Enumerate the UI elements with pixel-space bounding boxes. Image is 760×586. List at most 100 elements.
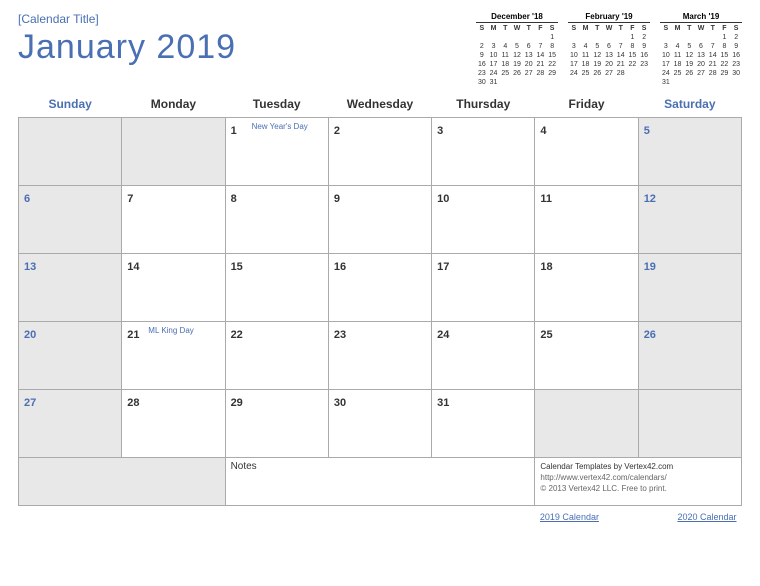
day-number: 26 (644, 329, 656, 341)
mini-calendar: December '18SMTWTFS123456789101112131415… (476, 12, 558, 87)
mini-calendar-title: December '18 (476, 12, 558, 23)
calendar-week: 6 7 8 9 10 11 12 (19, 186, 742, 254)
calendar-day: 29 (225, 390, 328, 458)
calendar-week: 1 New Year's Day 2 34 5 (19, 118, 742, 186)
day-number: 9 (334, 193, 340, 205)
calendar-main-title: January 2019 (18, 28, 476, 67)
day-header-row: SundayMondayTuesdayWednesdayThursdayFrid… (19, 91, 742, 118)
day-number: 14 (127, 261, 139, 273)
day-number: 24 (437, 329, 449, 341)
day-number: 17 (437, 261, 449, 273)
footer-brand: Calendar Templates by Vertex42.com (540, 461, 736, 472)
day-header: Sunday (19, 91, 122, 118)
calendar-day: 3 (432, 118, 535, 186)
day-number: 22 (231, 329, 243, 341)
calendar-day: 4 (535, 118, 638, 186)
day-number: 1 (231, 125, 237, 137)
calendar-day: 2 (328, 118, 431, 186)
calendar-day: 17 (432, 254, 535, 322)
mini-calendar-grid: SMTWTFS123456789101112131415161718192021… (660, 23, 742, 87)
calendar-day: 7 (122, 186, 225, 254)
calendar-day: 5 (638, 118, 741, 186)
calendar-day: 24 (432, 322, 535, 390)
day-number: 2 (334, 125, 340, 137)
calendar-day: 20 (19, 322, 122, 390)
calendar-subtitle-placeholder: [Calendar Title] (18, 12, 476, 26)
day-event: New Year's Day (252, 122, 308, 131)
mini-calendar-title: March '19 (660, 12, 742, 23)
calendar-day: 19 (638, 254, 741, 322)
day-number: 23 (334, 329, 346, 341)
day-number: 20 (24, 329, 36, 341)
day-number: 25 (540, 329, 552, 341)
day-number: 8 (231, 193, 237, 205)
links-row: 2019 Calendar 2020 Calendar (19, 506, 742, 574)
day-number: 11 (540, 193, 552, 205)
calendar-week: 13 14 15 16 17 18 19 (19, 254, 742, 322)
day-number: 6 (24, 193, 30, 205)
day-number: 31 (437, 397, 449, 409)
calendar-day: 26 (638, 322, 741, 390)
mini-calendar-title: February '19 (568, 12, 650, 23)
calendar-day: 28 (122, 390, 225, 458)
mini-calendar: February '19SMTWTFS123456789101112131415… (568, 12, 650, 87)
day-number: 21 (127, 329, 139, 341)
calendar-day: 18 (535, 254, 638, 322)
day-header: Wednesday (328, 91, 431, 118)
day-header: Monday (122, 91, 225, 118)
footer-cell: Calendar Templates by Vertex42.comhttp:/… (535, 458, 742, 506)
calendar-week: 27 28 29 30 31 (19, 390, 742, 458)
calendar-day: 9 (328, 186, 431, 254)
day-header: Saturday (638, 91, 741, 118)
mini-calendars: December '18SMTWTFS123456789101112131415… (476, 12, 742, 87)
calendar-day: 25 (535, 322, 638, 390)
calendar-day: 11 (535, 186, 638, 254)
main-calendar: SundayMondayTuesdayWednesdayThursdayFrid… (18, 91, 742, 574)
day-number: 13 (24, 261, 36, 273)
notes-cell: Notes (225, 458, 535, 506)
blank-cell (19, 458, 226, 506)
calendar-body: 1New Year's Day2345678910111213141516171… (19, 118, 742, 574)
day-number: 15 (231, 261, 243, 273)
calendar-day: 12 (638, 186, 741, 254)
calendar-day: 8 (225, 186, 328, 254)
calendar-day (122, 118, 225, 186)
calendar-day: 14 (122, 254, 225, 322)
mini-calendar-grid: SMTWTFS123456789101112131415161718192021… (568, 23, 650, 78)
calendar-day: 27 (19, 390, 122, 458)
calendar-day: 23 (328, 322, 431, 390)
calendar-day: 21ML King Day (122, 322, 225, 390)
calendar-day: 22 (225, 322, 328, 390)
calendar-day (638, 390, 741, 458)
day-number: 5 (644, 125, 650, 137)
notes-footer-row: NotesCalendar Templates by Vertex42.comh… (19, 458, 742, 506)
day-header: Tuesday (225, 91, 328, 118)
prev-year-link[interactable]: 2019 Calendar (540, 512, 599, 522)
mini-calendar-grid: SMTWTFS123456789101112131415161718192021… (476, 23, 558, 87)
calendar-day (19, 118, 122, 186)
calendar-day: 30 (328, 390, 431, 458)
calendar-day (535, 390, 638, 458)
day-number: 18 (540, 261, 552, 273)
mini-calendar: March '19SMTWTFS123456789101112131415161… (660, 12, 742, 87)
calendar-day: 16 (328, 254, 431, 322)
day-number: 10 (437, 193, 449, 205)
day-number: 19 (644, 261, 656, 273)
calendar-day: 13 (19, 254, 122, 322)
calendar-day: 15 (225, 254, 328, 322)
footer-url: http://www.vertex42.com/calendars/ (540, 472, 736, 483)
calendar-day: 31 (432, 390, 535, 458)
footer-copyright: © 2013 Vertex42 LLC. Free to print. (540, 483, 736, 494)
day-header: Friday (535, 91, 638, 118)
next-year-link[interactable]: 2020 Calendar (677, 512, 736, 522)
day-number: 28 (127, 397, 139, 409)
day-number: 27 (24, 397, 36, 409)
day-number: 4 (540, 125, 546, 137)
day-number: 29 (231, 397, 243, 409)
day-number: 12 (644, 193, 656, 205)
day-header: Thursday (432, 91, 535, 118)
calendar-day: 6 (19, 186, 122, 254)
calendar-week: 20 21ML King Day 22 23 24 25 26 (19, 322, 742, 390)
day-number: 7 (127, 193, 133, 205)
calendar-day: 10 (432, 186, 535, 254)
